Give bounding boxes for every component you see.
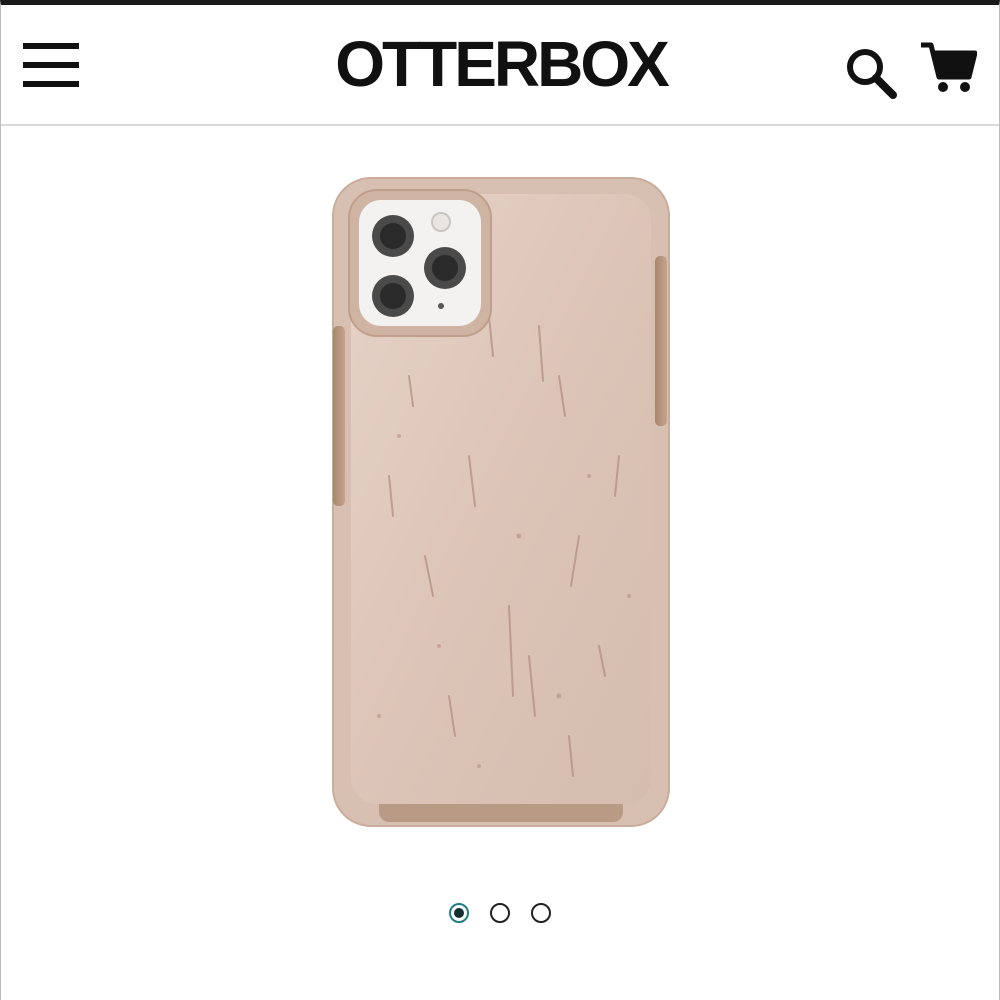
menu-bar xyxy=(23,62,79,68)
carousel-dot-1-active[interactable] xyxy=(449,903,469,923)
menu-bar xyxy=(23,43,79,49)
carousel-dot-3[interactable] xyxy=(531,903,551,923)
search-icon[interactable] xyxy=(843,45,899,101)
shopping-cart-icon[interactable] xyxy=(919,39,978,97)
carousel-pagination xyxy=(441,901,561,929)
hamburger-menu-icon[interactable] xyxy=(23,41,81,91)
phone-case-product-image[interactable] xyxy=(329,176,673,830)
menu-bar xyxy=(23,81,79,87)
site-header: OTTERBOX xyxy=(1,5,999,126)
page-frame: OTTERBOX xyxy=(0,0,1000,1000)
carousel-dot-2[interactable] xyxy=(490,903,510,923)
product-gallery xyxy=(1,126,999,866)
brand-logo[interactable]: OTTERBOX xyxy=(331,31,671,97)
